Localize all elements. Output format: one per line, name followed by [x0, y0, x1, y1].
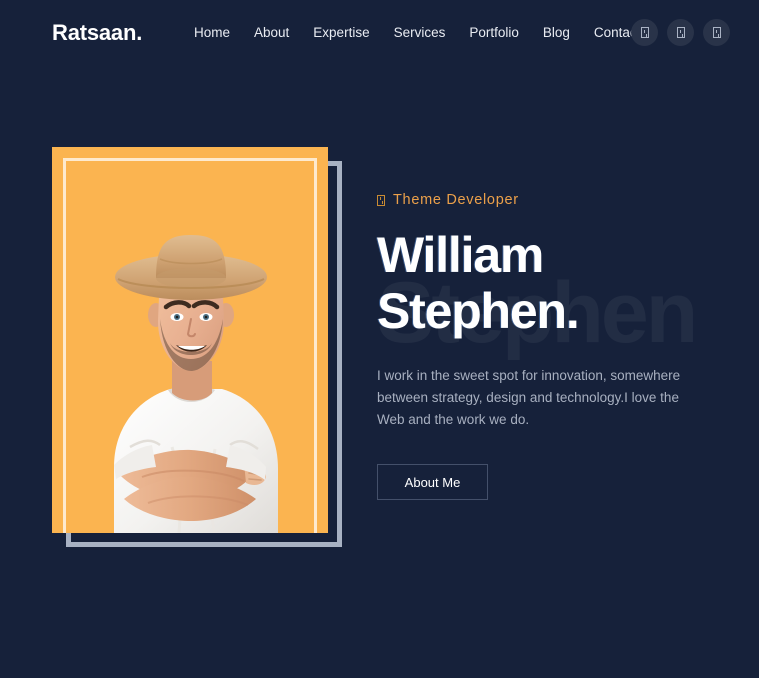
- missing-glyph-box-icon: [676, 27, 685, 38]
- hero-photo-card: [52, 147, 328, 533]
- nav-item-about[interactable]: About: [254, 24, 289, 42]
- missing-glyph-box-icon: [377, 194, 385, 206]
- hero-headline-wrap: Stephen William Stephen.: [377, 227, 707, 361]
- social-link-1[interactable]: [631, 19, 658, 46]
- hero-description: I work in the sweet spot for innovation,…: [377, 368, 681, 427]
- main-navigation: Home About Expertise Services Portfolio …: [194, 24, 640, 42]
- hero-text-column: Theme Developer Stephen William Stephen.…: [377, 191, 707, 500]
- portrait-image: [52, 147, 328, 533]
- nav-item-portfolio[interactable]: Portfolio: [469, 24, 519, 42]
- headline-line-2: Stephen.: [377, 283, 580, 339]
- social-link-2[interactable]: [667, 19, 694, 46]
- about-me-button[interactable]: About Me: [377, 464, 488, 500]
- nav-item-home[interactable]: Home: [194, 24, 230, 42]
- nav-item-expertise[interactable]: Expertise: [313, 24, 369, 42]
- nav-item-services[interactable]: Services: [394, 24, 446, 42]
- site-header: Ratsaan. Home About Expertise Services P…: [0, 0, 759, 66]
- missing-glyph-box-icon: [712, 27, 721, 38]
- hero-photo-block: [52, 147, 342, 547]
- page-title: William Stephen.: [377, 227, 707, 339]
- hero-eyebrow: Theme Developer: [377, 191, 707, 209]
- hero-eyebrow-label: Theme Developer: [393, 192, 519, 208]
- social-link-3[interactable]: [703, 19, 730, 46]
- brand-logo[interactable]: Ratsaan.: [52, 20, 142, 46]
- missing-glyph-box-icon: [640, 27, 649, 38]
- hero-section: Theme Developer Stephen William Stephen.…: [0, 66, 759, 678]
- social-links-group: [631, 19, 730, 46]
- nav-item-blog[interactable]: Blog: [543, 24, 570, 42]
- headline-line-1: William: [377, 227, 544, 283]
